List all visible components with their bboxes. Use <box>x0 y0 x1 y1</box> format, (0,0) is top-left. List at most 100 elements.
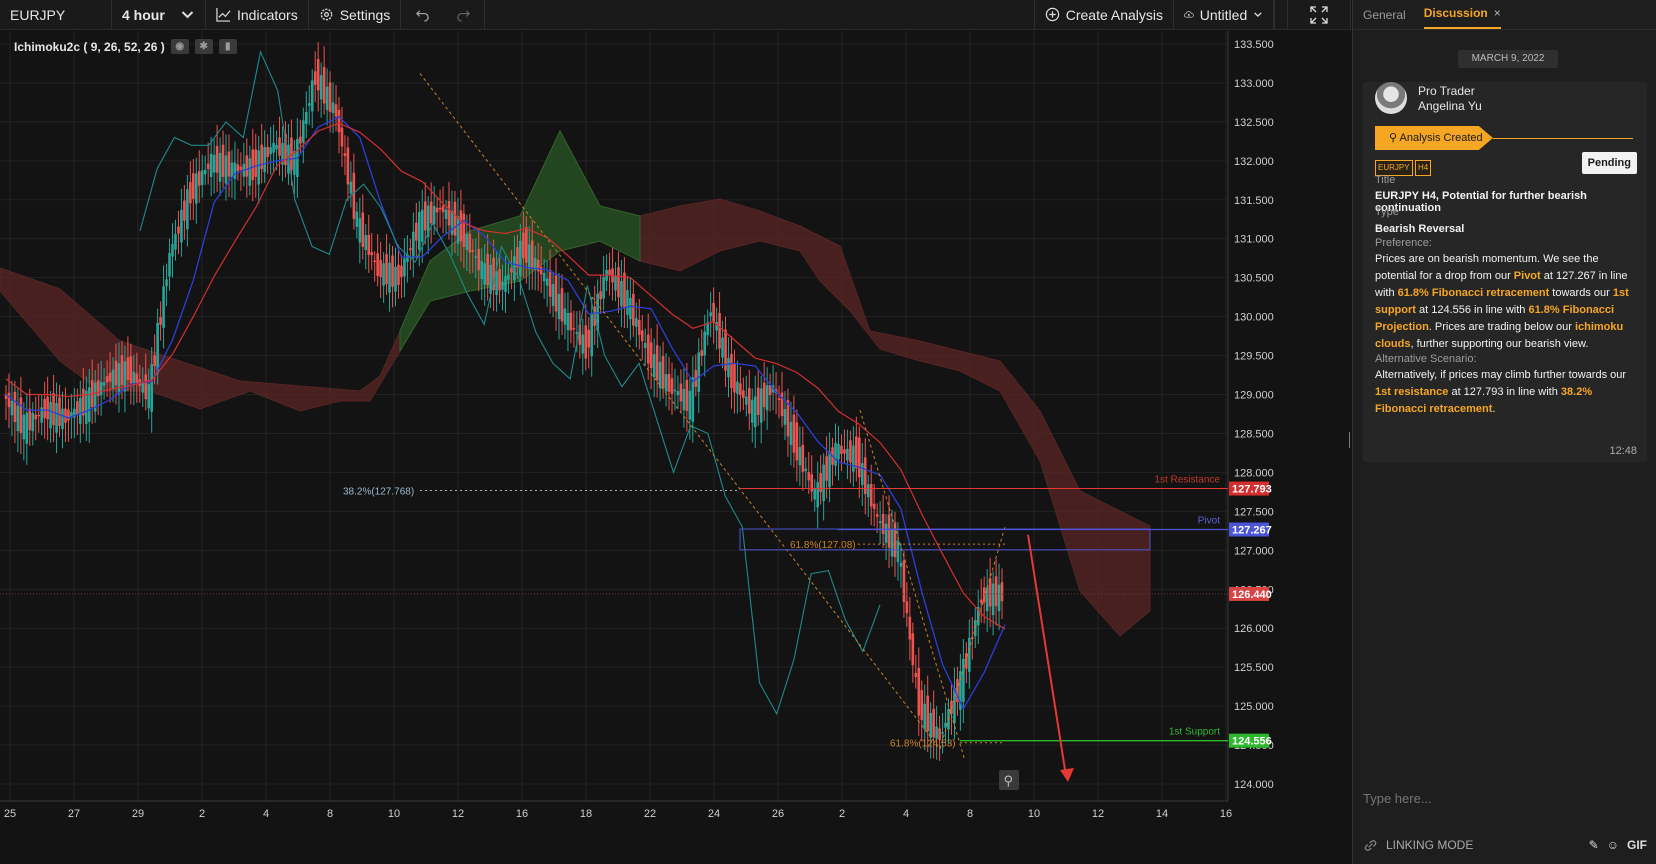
candle-body <box>753 396 757 428</box>
candle-body <box>108 372 112 382</box>
candle-body <box>539 266 543 275</box>
candle-body <box>750 399 754 423</box>
candle-body <box>664 374 668 392</box>
candle-body <box>394 266 397 292</box>
candle-body <box>762 382 766 408</box>
candle-body <box>459 210 463 242</box>
gif-button[interactable]: GIF <box>1627 838 1647 852</box>
link-icon[interactable] <box>1363 838 1378 853</box>
candle-body <box>13 391 17 422</box>
indicator-legend: Ichimoku2c ( 9, 26, 52, 26 ) ◉ ✱ ▮ <box>14 39 237 54</box>
create-analysis-button[interactable]: Create Analysis <box>1033 0 1174 30</box>
trading-app: EURJPY 4 hour Indicators Settings Create… <box>0 0 1656 864</box>
candle-body <box>477 248 481 271</box>
toolbar-gap <box>1274 0 1275 30</box>
candle-body <box>923 703 927 730</box>
tab-general[interactable]: General <box>1363 8 1406 29</box>
banner-label: Analysis Created <box>1399 132 1483 144</box>
candle-body <box>340 127 344 147</box>
candle-body <box>49 402 52 429</box>
candle-body <box>727 358 730 378</box>
chart-canvas[interactable]: 38.2%(127.768)61.8%(127.08)61.8%(124.53)… <box>0 31 1351 864</box>
candle-body <box>206 163 210 169</box>
candle-body <box>465 233 469 251</box>
y-tick-label: 125.000 <box>1234 701 1274 713</box>
candle-body <box>84 390 88 424</box>
candle-body <box>530 240 534 269</box>
x-tick-label: 8 <box>327 808 333 820</box>
chart-toolbar: EURJPY 4 hour Indicators Settings Create… <box>0 0 1351 30</box>
candle-body <box>415 222 418 241</box>
candle-body <box>813 488 817 500</box>
preference-label: Preference: <box>1375 237 1432 249</box>
candle-body <box>221 144 225 177</box>
y-tick-label: 128.000 <box>1234 467 1274 479</box>
candle-body <box>373 260 376 263</box>
gear-icon[interactable]: ✱ <box>194 39 213 54</box>
candle-body <box>739 383 742 395</box>
candle-body <box>67 409 70 421</box>
trash-icon[interactable]: ▮ <box>218 39 237 54</box>
candle-body <box>302 120 305 143</box>
candle-body <box>670 378 674 395</box>
x-tick-label: 10 <box>1028 808 1040 820</box>
candle-body <box>756 387 760 415</box>
candle-body <box>322 66 326 104</box>
candle-body <box>920 690 924 721</box>
candle-body <box>337 109 341 133</box>
indicators-button[interactable]: Indicators <box>206 0 309 30</box>
x-tick-label: 27 <box>68 808 80 820</box>
tab-discussion[interactable]: Discussion × <box>1423 6 1501 29</box>
candle-body <box>361 212 365 247</box>
candle-body <box>438 207 442 210</box>
attachment-icon[interactable]: ✎ <box>1589 838 1599 852</box>
y-tick-label: 132.500 <box>1234 117 1274 129</box>
candle-body <box>269 147 272 155</box>
candle-body <box>973 620 977 637</box>
y-tick-label: 131.500 <box>1234 195 1274 207</box>
alt-text: . <box>1492 403 1496 415</box>
candle-body <box>132 371 136 385</box>
close-icon[interactable]: × <box>1494 6 1501 20</box>
candle-body <box>635 318 638 327</box>
layout-name: Untitled <box>1199 6 1248 23</box>
linking-mode-label[interactable]: LINKING MODE <box>1386 838 1581 852</box>
candle-body <box>331 102 335 114</box>
candle-body <box>76 401 79 415</box>
candle-body <box>685 379 689 411</box>
candle-body <box>31 412 35 432</box>
symbol-selector[interactable]: EURJPY <box>0 0 112 30</box>
candle-body <box>102 382 106 386</box>
pref-text: , further supporting our bearish view. <box>1410 338 1589 350</box>
candle-body <box>486 254 489 286</box>
interval-dropdown[interactable]: 4 hour <box>112 0 206 30</box>
candle-body <box>733 363 736 393</box>
candle-body <box>156 322 159 374</box>
message-input[interactable] <box>1353 782 1656 816</box>
emoji-icon[interactable]: ☺ <box>1607 838 1619 852</box>
preference-text: Prices are on bearish momentum. We see t… <box>1375 251 1641 353</box>
candle-body <box>46 396 49 420</box>
x-tick-label: 26 <box>772 808 784 820</box>
user-role: Pro Trader <box>1418 84 1475 98</box>
eye-icon[interactable]: ◉ <box>170 39 189 54</box>
candle-body <box>385 254 388 285</box>
candle-body <box>105 376 109 383</box>
pivot-label: Pivot <box>1198 516 1220 527</box>
indicators-label: Indicators <box>237 6 298 23</box>
fullscreen-button[interactable] <box>1287 0 1351 30</box>
candle-body <box>364 235 368 251</box>
settings-button[interactable]: Settings <box>309 0 402 30</box>
candle-body <box>617 267 620 298</box>
candle-body <box>860 463 864 486</box>
undo-button[interactable] <box>401 0 443 30</box>
candle-body <box>409 248 412 251</box>
chart-line-icon <box>216 7 231 22</box>
redo-button[interactable] <box>443 0 486 30</box>
price-chart[interactable]: 38.2%(127.768) 61.8%(127.08) 61.8%(124.53)… <box>0 31 1351 864</box>
layout-dropdown[interactable]: Untitled <box>1174 0 1274 30</box>
candle-body <box>129 356 133 384</box>
candle-body <box>328 82 332 112</box>
status-badge[interactable]: Pending <box>1581 152 1637 174</box>
candle-body <box>899 562 903 567</box>
